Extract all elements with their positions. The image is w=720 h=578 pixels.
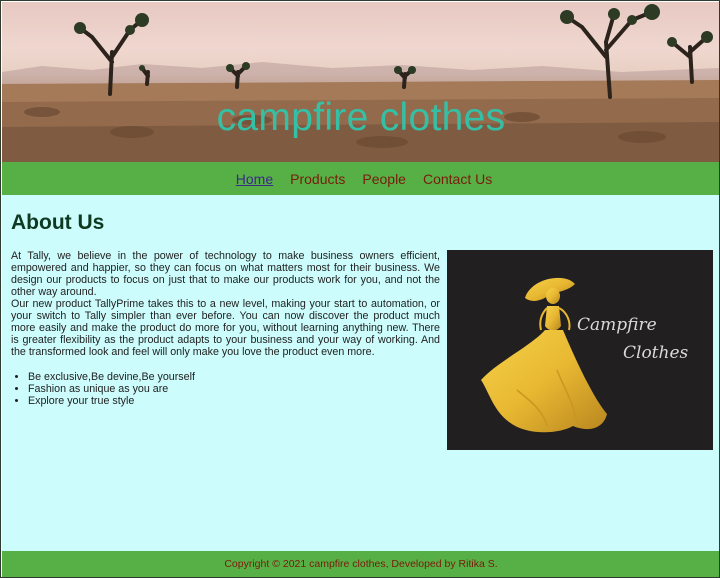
copyright-text: Copyright © 2021 campfire clothes, Devel… (224, 558, 498, 570)
main-nav: Home Products People Contact Us (2, 162, 719, 195)
list-item: Explore your true style (28, 395, 440, 407)
logo-text-clothes: Clothes (623, 343, 689, 363)
feature-list: Be exclusive,Be devine,Be yourself Fashi… (11, 371, 440, 407)
about-paragraph-2: Our new product TallyPrime takes this to… (11, 298, 440, 358)
list-item: Be exclusive,Be devine,Be yourself (28, 371, 440, 383)
footer: Copyright © 2021 campfire clothes, Devel… (2, 551, 719, 577)
nav-link-contact-us[interactable]: Contact Us (423, 171, 492, 187)
nav-link-home[interactable]: Home (236, 171, 273, 187)
about-text: At Tally, we believe in the power of tec… (11, 250, 440, 407)
nav-link-products[interactable]: Products (290, 171, 345, 187)
site-title: campfire clothes (216, 96, 506, 139)
about-paragraph-1: At Tally, we believe in the power of tec… (11, 250, 440, 298)
nav-link-people[interactable]: People (362, 171, 406, 187)
brand-logo-image: Campfire Clothes (447, 250, 713, 450)
list-item: Fashion as unique as you are (28, 383, 440, 395)
main-content: About Us At Tally, we believe in the pow… (2, 195, 719, 551)
logo-text-campfire: Campfire (577, 315, 657, 335)
header-banner: campfire clothes (2, 2, 719, 162)
page-frame: campfire clothes Home Products People Co… (0, 0, 720, 578)
page-title: About Us (11, 211, 105, 234)
dress-figure-logo-icon: Campfire Clothes (481, 277, 689, 433)
